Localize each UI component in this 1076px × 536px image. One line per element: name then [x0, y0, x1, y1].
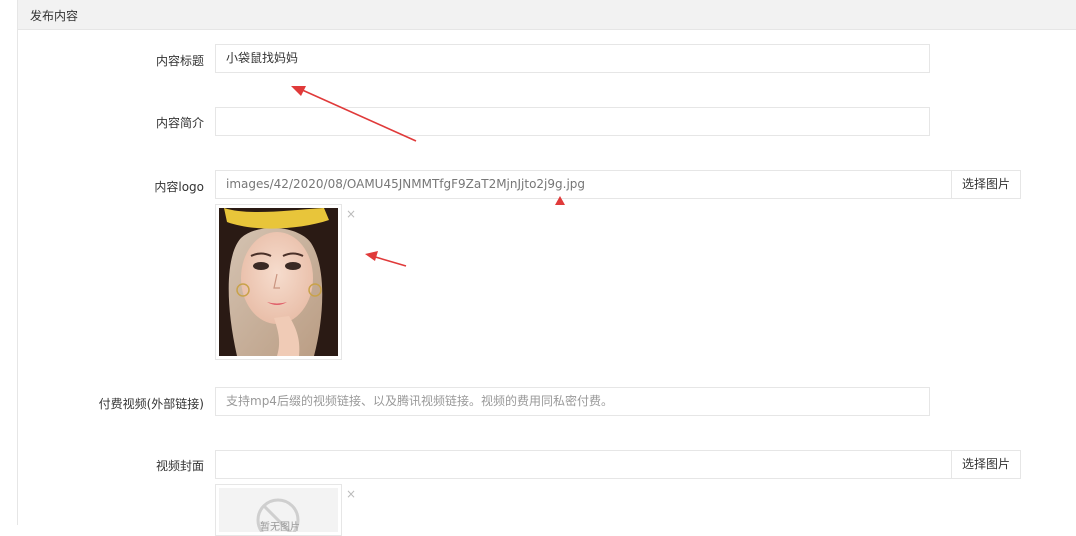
title-input[interactable]: 小袋鼠找妈妈	[215, 44, 930, 73]
video-link-label: 付费视频(外部链接)	[98, 397, 204, 411]
logo-path-input[interactable]: images/42/2020/08/OAMU45JNMMTfgF9ZaT2Mjn…	[215, 170, 952, 199]
video-cover-label: 视频封面	[155, 459, 204, 473]
cover-select-image-button[interactable]: 选择图片	[951, 450, 1021, 479]
logo-thumbnail	[215, 204, 342, 360]
logo-remove-icon[interactable]: ×	[346, 208, 356, 220]
panel-header: 发布内容	[18, 0, 1076, 30]
panel-title: 发布内容	[30, 9, 79, 23]
summary-input[interactable]	[215, 107, 930, 136]
empty-image-placeholder: 暂无图片	[219, 488, 338, 532]
title-label: 内容标题	[155, 54, 204, 68]
summary-label: 内容简介	[155, 116, 204, 130]
cover-remove-icon[interactable]: ×	[346, 488, 356, 500]
cover-thumbnail: 暂无图片	[215, 484, 342, 536]
empty-image-text: 暂无图片	[260, 522, 300, 532]
logo-select-image-button[interactable]: 选择图片	[951, 170, 1021, 199]
video-link-input[interactable]: 支持mp4后缀的视频链接、以及腾讯视频链接。视频的费用同私密付费。	[215, 387, 930, 416]
portrait-photo	[219, 208, 338, 356]
logo-label: 内容logo	[154, 180, 204, 194]
publish-panel: 发布内容 内容标题 小袋鼠找妈妈 内容简介 内容logo images/42/2…	[17, 0, 1076, 536]
video-cover-input[interactable]	[215, 450, 952, 479]
